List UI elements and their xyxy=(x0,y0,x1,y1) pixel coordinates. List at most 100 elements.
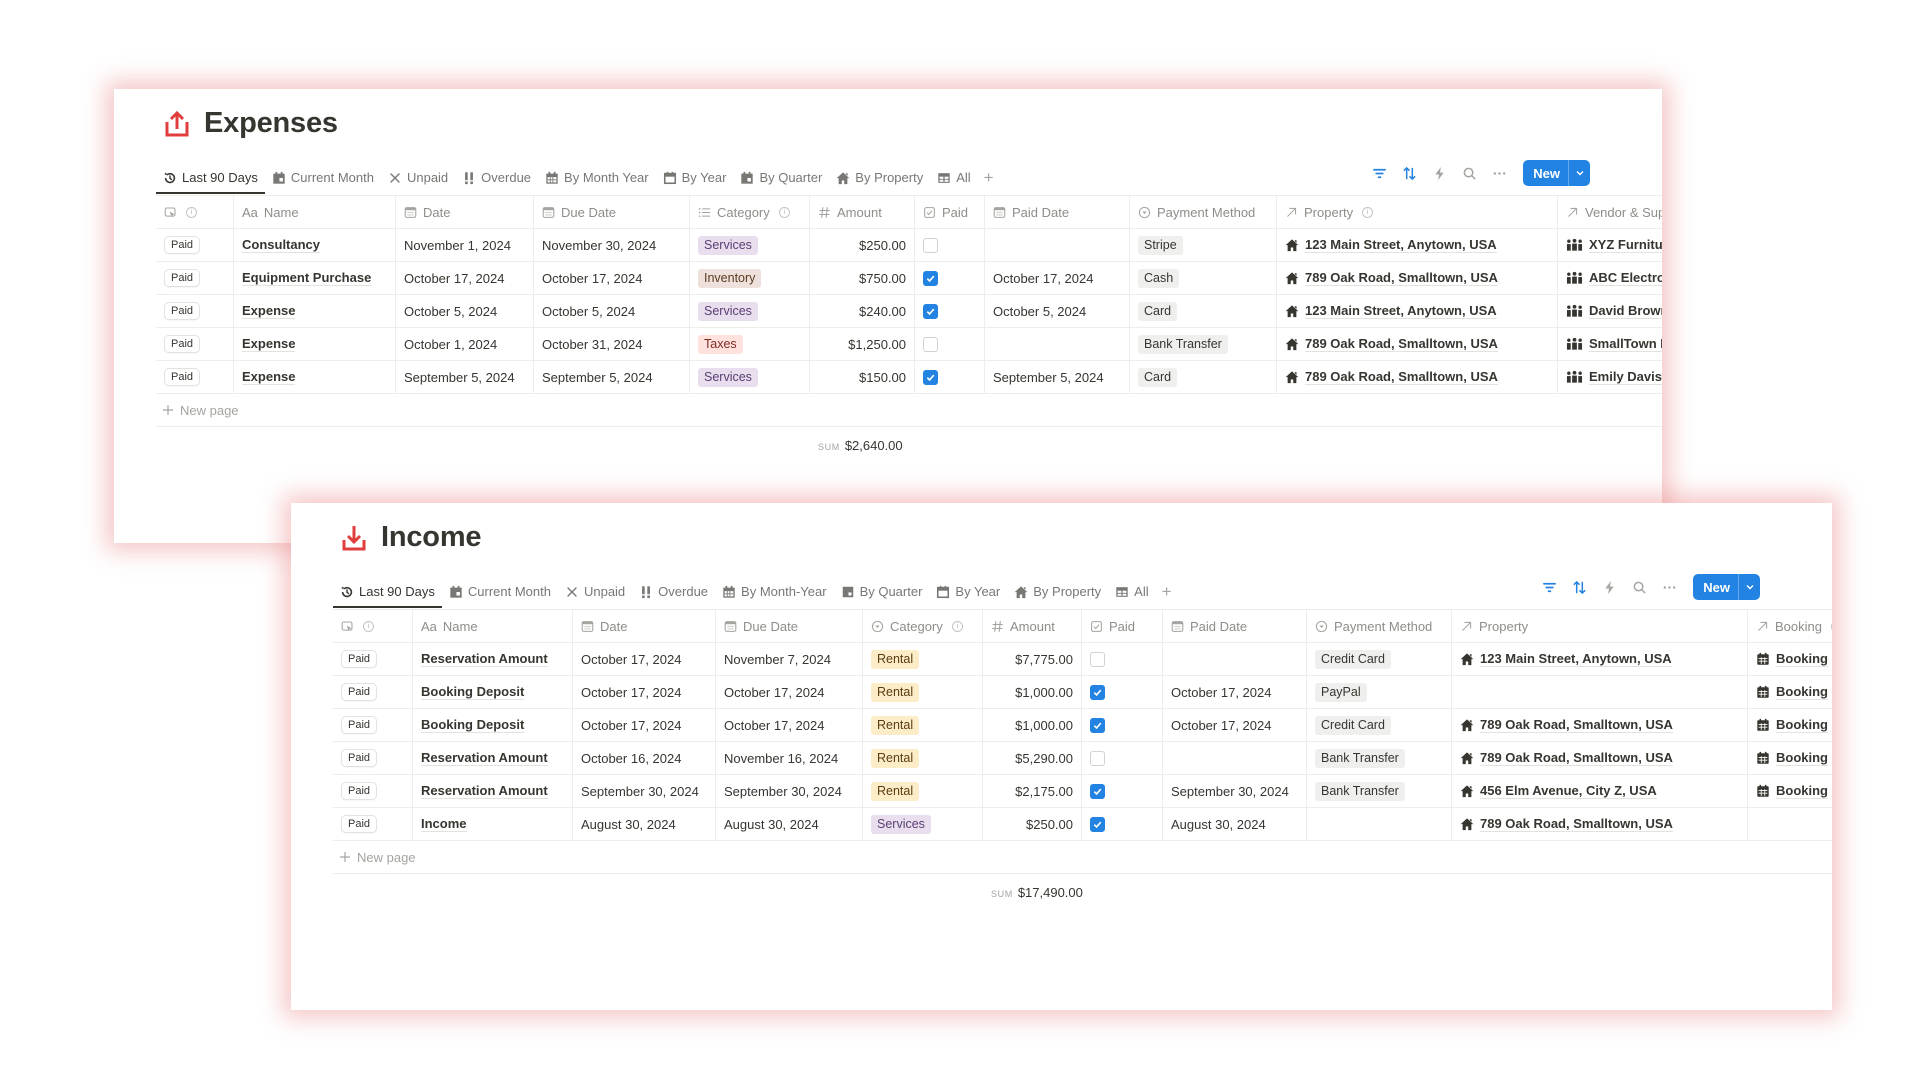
new-button[interactable]: New xyxy=(1693,574,1760,600)
tab-by-month-year[interactable]: By Month-Year xyxy=(715,584,834,607)
column-header-select[interactable]: i xyxy=(333,610,413,642)
row-name-link[interactable]: Reservation Amount xyxy=(421,750,548,766)
filter-button[interactable] xyxy=(1539,577,1559,597)
booking-link[interactable]: Booking xyxy=(1756,750,1828,766)
booking-link[interactable]: Booking xyxy=(1756,717,1828,733)
tab-all[interactable]: All xyxy=(1108,584,1155,607)
filter-button[interactable] xyxy=(1369,163,1389,183)
column-header-booking[interactable]: Booking i xyxy=(1748,610,1832,642)
booking-link[interactable]: Booking xyxy=(1756,684,1828,700)
tab-current-month[interactable]: Current Month xyxy=(265,170,381,193)
column-header-property[interactable]: Property i xyxy=(1277,196,1558,228)
tab-by-property[interactable]: By Property xyxy=(1007,584,1108,607)
paid-checkbox[interactable] xyxy=(1090,717,1105,733)
paid-checkbox[interactable] xyxy=(923,303,938,319)
tab-by-quarter[interactable]: By Quarter xyxy=(834,584,930,607)
column-header-date[interactable]: Date xyxy=(573,610,716,642)
row-name-link[interactable]: Expense xyxy=(242,303,296,319)
tab-by-month-year[interactable]: By Month Year xyxy=(538,170,656,193)
property-link[interactable]: 789 Oak Road, Smalltown, USA xyxy=(1460,717,1673,733)
status-button[interactable]: Paid xyxy=(341,650,378,668)
tab-by-property[interactable]: By Property xyxy=(829,170,930,193)
vendor-link[interactable]: David Brown xyxy=(1566,303,1662,319)
property-link[interactable]: 789 Oak Road, Smalltown, USA xyxy=(1285,369,1498,385)
table-row[interactable]: Paid Reservation Amount September 30, 2024… xyxy=(333,775,1832,808)
new-button[interactable]: New xyxy=(1523,160,1590,186)
row-name-link[interactable]: Expense xyxy=(242,336,296,352)
vendor-link[interactable]: SmallTown Mu xyxy=(1566,336,1662,352)
table-row[interactable]: Paid Reservation Amount October 16, 2024 No… xyxy=(333,742,1832,775)
amount-sum[interactable]: SUM $2,640.00 xyxy=(818,438,903,453)
vendor-link[interactable]: ABC Electronic xyxy=(1566,270,1662,286)
row-name-link[interactable]: Reservation Amount xyxy=(421,651,548,667)
tab-by-year[interactable]: By Year xyxy=(929,584,1007,607)
tab-last-90-days[interactable]: Last 90 Days xyxy=(333,584,442,608)
property-link[interactable]: 789 Oak Road, Smalltown, USA xyxy=(1460,816,1673,832)
add-view-button[interactable]: + xyxy=(978,169,1000,193)
table-row[interactable]: Paid Booking Deposit October 17, 2024 Octob… xyxy=(333,709,1832,742)
column-header-property[interactable]: Property xyxy=(1452,610,1748,642)
table-row[interactable]: Paid Booking Deposit October 17, 2024 Octob… xyxy=(333,676,1832,709)
amount-sum[interactable]: SUM $17,490.00 xyxy=(991,885,1083,900)
tab-current-month[interactable]: Current Month xyxy=(442,584,558,607)
property-link[interactable]: 456 Elm Avenue, City Z, USA xyxy=(1460,783,1657,799)
tab-unpaid[interactable]: Unpaid xyxy=(381,170,455,193)
tab-by-quarter[interactable]: By Quarter xyxy=(733,170,829,193)
column-header-payment-method[interactable]: Payment Method xyxy=(1130,196,1277,228)
automation-button[interactable] xyxy=(1599,577,1619,597)
sort-button[interactable] xyxy=(1399,163,1419,183)
property-link[interactable]: 123 Main Street, Anytown, USA xyxy=(1285,237,1497,253)
booking-link[interactable]: Booking xyxy=(1756,651,1828,667)
status-button[interactable]: Paid xyxy=(164,335,201,353)
column-header-payment-method[interactable]: Payment Method xyxy=(1307,610,1452,642)
search-button[interactable] xyxy=(1629,577,1649,597)
vendor-link[interactable]: Emily Davis xyxy=(1566,369,1662,385)
property-link[interactable]: 789 Oak Road, Smalltown, USA xyxy=(1285,336,1498,352)
booking-link[interactable]: Booking xyxy=(1756,783,1828,799)
row-name-link[interactable]: Expense xyxy=(242,369,296,385)
new-button-label[interactable]: New xyxy=(1693,574,1738,600)
tab-overdue[interactable]: Overdue xyxy=(632,584,715,607)
column-header-amount[interactable]: Amount xyxy=(810,196,915,228)
paid-checkbox[interactable] xyxy=(923,270,938,286)
row-name-link[interactable]: Consultancy xyxy=(242,237,321,253)
table-row[interactable]: Paid Consultancy November 1, 2024 November … xyxy=(156,229,1662,262)
status-button[interactable]: Paid xyxy=(164,302,201,320)
property-link[interactable]: 789 Oak Road, Smalltown, USA xyxy=(1460,750,1673,766)
search-button[interactable] xyxy=(1459,163,1479,183)
paid-checkbox[interactable] xyxy=(1090,816,1105,832)
new-page-button[interactable]: New page xyxy=(156,394,1662,427)
paid-checkbox[interactable] xyxy=(923,237,938,253)
status-button[interactable]: Paid xyxy=(164,368,201,386)
column-header-due-date[interactable]: Due Date xyxy=(534,196,690,228)
status-button[interactable]: Paid xyxy=(164,236,201,254)
column-header-category[interactable]: Category i xyxy=(863,610,983,642)
column-header-paid-date[interactable]: Paid Date xyxy=(1163,610,1307,642)
column-header-amount[interactable]: Amount xyxy=(983,610,1082,642)
table-row[interactable]: Paid Expense September 5, 2024 September 5,… xyxy=(156,361,1662,394)
paid-checkbox[interactable] xyxy=(1090,783,1105,799)
status-button[interactable]: Paid xyxy=(341,683,378,701)
paid-checkbox[interactable] xyxy=(1090,684,1105,700)
new-button-label[interactable]: New xyxy=(1523,160,1568,186)
column-header-paid[interactable]: Paid xyxy=(1082,610,1163,642)
more-options-button[interactable] xyxy=(1489,163,1509,183)
paid-checkbox[interactable] xyxy=(923,336,938,352)
row-name-link[interactable]: Income xyxy=(421,816,467,832)
status-button[interactable]: Paid xyxy=(341,749,378,767)
property-link[interactable]: 789 Oak Road, Smalltown, USA xyxy=(1285,270,1498,286)
column-header-due-date[interactable]: Due Date xyxy=(716,610,863,642)
table-row[interactable]: Paid Reservation Amount October 17, 2024 No… xyxy=(333,643,1832,676)
row-name-link[interactable]: Booking Deposit xyxy=(421,717,525,733)
row-name-link[interactable]: Reservation Amount xyxy=(421,783,548,799)
table-row[interactable]: Paid Expense October 1, 2024 October 31, 20… xyxy=(156,328,1662,361)
tab-overdue[interactable]: Overdue xyxy=(455,170,538,193)
column-header-select[interactable]: i xyxy=(156,196,234,228)
table-row[interactable]: Paid Income August 30, 2024 August 30, 2024… xyxy=(333,808,1832,841)
paid-checkbox[interactable] xyxy=(1090,651,1105,667)
status-button[interactable]: Paid xyxy=(164,269,201,287)
new-dropdown-toggle[interactable] xyxy=(1568,160,1590,186)
column-header-paid-date[interactable]: Paid Date xyxy=(985,196,1130,228)
tab-by-year[interactable]: By Year xyxy=(656,170,734,193)
tab-unpaid[interactable]: Unpaid xyxy=(558,584,632,607)
